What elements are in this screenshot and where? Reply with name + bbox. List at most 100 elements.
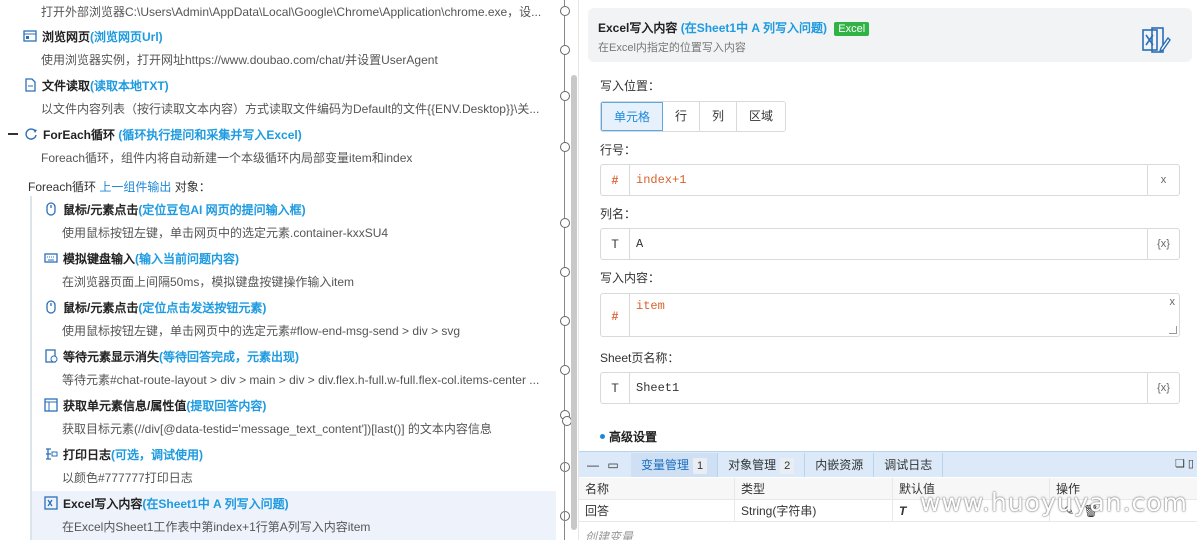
mouse-icon (44, 300, 58, 314)
connector-node[interactable] (560, 267, 570, 277)
connector-node[interactable] (560, 91, 570, 101)
component-title: Excel写入内容 (598, 21, 678, 35)
minimize-icon[interactable]: — (583, 458, 603, 472)
position-selector[interactable]: 单元格 行 列 区域 (600, 101, 787, 132)
collapse-icon[interactable] (8, 133, 18, 135)
position-option-row[interactable]: 行 (663, 102, 701, 131)
flow-step-excel-write[interactable]: Excel写入内容 (在Sheet1中 A 列写入问题) 在Excel内Sheet… (32, 491, 556, 540)
step-description: 获取目标元素(//div[@data-testid='message_text_… (62, 422, 492, 436)
advanced-settings-toggle[interactable]: 高级设置 (600, 428, 657, 445)
sheet-input[interactable]: Sheet1 (636, 373, 679, 403)
flow-panel: 打开外部浏览器C:\Users\Admin\AppData\Local\Goog… (0, 0, 578, 540)
watermark: www.huoyuyan.com (920, 488, 1188, 517)
variable-button[interactable]: {x} (1147, 229, 1179, 259)
flow-step-foreach[interactable]: ForEach循环 (循环执行提问和采集并写入Excel) Foreach循环，… (0, 122, 556, 171)
step-subtitle: (浏览网页Url) (90, 29, 163, 44)
flow-step-click-input[interactable]: 鼠标/元素点击 (定位豆包AI 网页的提问输入框) 使用鼠标按钮左键，单击网页中的… (32, 197, 556, 246)
row-field[interactable]: # index+1 x (600, 164, 1180, 196)
variable-type[interactable]: String(字符串) (734, 500, 816, 522)
connector-line (564, 441, 565, 540)
step-description: 在浏览器页面上间隔50ms，模拟键盘按键操作输入item (62, 275, 355, 289)
position-option-column[interactable]: 列 (700, 102, 738, 131)
column-input[interactable]: A (636, 229, 643, 259)
loop-label-link[interactable]: 上一组件输出 (99, 180, 171, 194)
step-description: 等待元素#chat-route-layout > div > main > di… (62, 373, 540, 387)
connector-line (564, 0, 565, 6)
content-field[interactable]: # item x (600, 293, 1180, 337)
step-subtitle: (定位豆包AI 网页的提问输入框) (138, 202, 306, 217)
flow-step-get-element[interactable]: 获取单元素信息/属性值 (提取回答内容) 获取目标元素(//div[@data-t… (32, 393, 556, 442)
text-type-icon[interactable]: T (601, 373, 630, 403)
row-label: 行号： (600, 143, 637, 157)
step-description: 以颜色#777777打印日志 (62, 471, 193, 485)
flow-step-browse[interactable]: 浏览网页 (浏览网页Url) 使用浏览器实例，打开网址https://www.do… (0, 24, 556, 73)
step-subtitle: (输入当前问题内容) (135, 251, 240, 266)
component-description: 在Excel内指定的位置写入内容 (598, 42, 746, 54)
content-label: 写入内容： (600, 271, 661, 285)
excel-icon (44, 496, 58, 510)
step-title: 模拟键盘输入 (63, 251, 136, 266)
component-subtitle: (在Sheet1中 A 列写入问题) (680, 21, 827, 35)
step-description: 在Excel内Sheet1工作表中第index+1行第A列写入内容item (62, 520, 371, 534)
connector-node[interactable] (560, 142, 570, 152)
step-title: 文件读取 (42, 78, 91, 93)
step-title: 获取单元素信息/属性值 (63, 398, 187, 413)
connector-node[interactable] (560, 316, 570, 326)
expression-type-icon[interactable]: # (601, 294, 630, 336)
file-icon (23, 78, 37, 92)
bottom-tabbar: — ▭ 变量管理 1 对象管理 2 内嵌资源 调试日志 ❏ ▯ (579, 451, 1197, 477)
connector-node[interactable] (560, 6, 570, 16)
position-option-cell[interactable]: 单元格 (601, 102, 664, 131)
connector-node[interactable] (560, 365, 570, 375)
log-icon (44, 447, 58, 461)
loop-icon (24, 127, 38, 141)
column-field[interactable]: T A {x} (600, 228, 1180, 260)
flow-step-wait[interactable]: 等待元素显示消失 (等待回答完成，元素出现) 等待元素#chat-route-la… (32, 344, 556, 393)
content-input[interactable]: item (636, 295, 665, 317)
window-controls-icon[interactable]: ❏ ▯ (1175, 457, 1194, 470)
tab-objects[interactable]: 对象管理 2 (718, 452, 806, 477)
connector-node[interactable] (560, 218, 570, 228)
clear-button[interactable]: x (1147, 165, 1179, 195)
clear-button[interactable]: x (1170, 296, 1176, 308)
variable-button[interactable]: {x} (1147, 373, 1179, 403)
tab-variables[interactable]: 变量管理 1 (631, 452, 719, 477)
excel-edit-icon (1139, 26, 1171, 56)
step-description: 打开外部浏览器C:\Users\Admin\AppData\Local\Goog… (41, 5, 542, 19)
expression-type-icon[interactable]: # (601, 165, 630, 195)
flow-step-file-read[interactable]: 文件读取 (读取本地TXT) 以文件内容列表（按行读取文本内容）方式读取文件编码为… (0, 73, 556, 122)
position-option-range[interactable]: 区域 (737, 102, 786, 131)
connector-node[interactable] (560, 45, 570, 55)
variable-default[interactable]: T (892, 500, 906, 522)
loop-label-prefix: Foreach循环 (28, 180, 97, 194)
connector-node[interactable] (560, 511, 570, 521)
step-subtitle: (等待回答完成，元素出现) (159, 349, 300, 364)
scrollbar[interactable] (571, 75, 577, 530)
text-type-icon[interactable]: T (601, 229, 630, 259)
row-input[interactable]: index+1 (636, 165, 686, 195)
step-description: 使用浏览器实例，打开网址https://www.doubao.com/chat/… (41, 53, 438, 67)
create-variable-link[interactable]: 创建变量 (585, 528, 633, 540)
step-title: 打印日志 (63, 447, 112, 462)
step-subtitle: (在Sheet1中 A 列写入问题) (142, 496, 289, 511)
bullet-icon (600, 434, 605, 440)
flow-step-keyboard[interactable]: 模拟键盘输入 (输入当前问题内容) 在浏览器页面上间隔50ms，模拟键盘按键操作输… (32, 246, 556, 295)
step-title: 等待元素显示消失 (63, 349, 160, 364)
connector-line (564, 16, 565, 96)
step-subtitle: (提取回答内容) (186, 398, 267, 413)
connector-node[interactable] (560, 462, 570, 472)
sheet-field[interactable]: T Sheet1 {x} (600, 372, 1180, 404)
column-header: 名称 (585, 482, 610, 496)
restore-icon[interactable]: ▭ (603, 458, 623, 472)
wait-icon (44, 349, 58, 363)
mouse-icon (44, 202, 58, 216)
resize-handle[interactable] (1169, 326, 1177, 334)
tab-debug-log[interactable]: 调试日志 (874, 452, 944, 477)
step-subtitle: (读取本地TXT) (90, 78, 169, 93)
step-title: 浏览网页 (42, 29, 91, 44)
column-label: 列名： (600, 207, 637, 221)
variable-name[interactable]: 回答 (579, 500, 609, 522)
tab-resources[interactable]: 内嵌资源 (805, 452, 875, 477)
flow-step-log[interactable]: 打印日志 (可选，调试使用) 以颜色#777777打印日志 (32, 442, 556, 491)
flow-step-click-send[interactable]: 鼠标/元素点击 (定位点击发送按钮元素) 使用鼠标按钮左键，单击网页中的选定元素#… (32, 295, 556, 344)
